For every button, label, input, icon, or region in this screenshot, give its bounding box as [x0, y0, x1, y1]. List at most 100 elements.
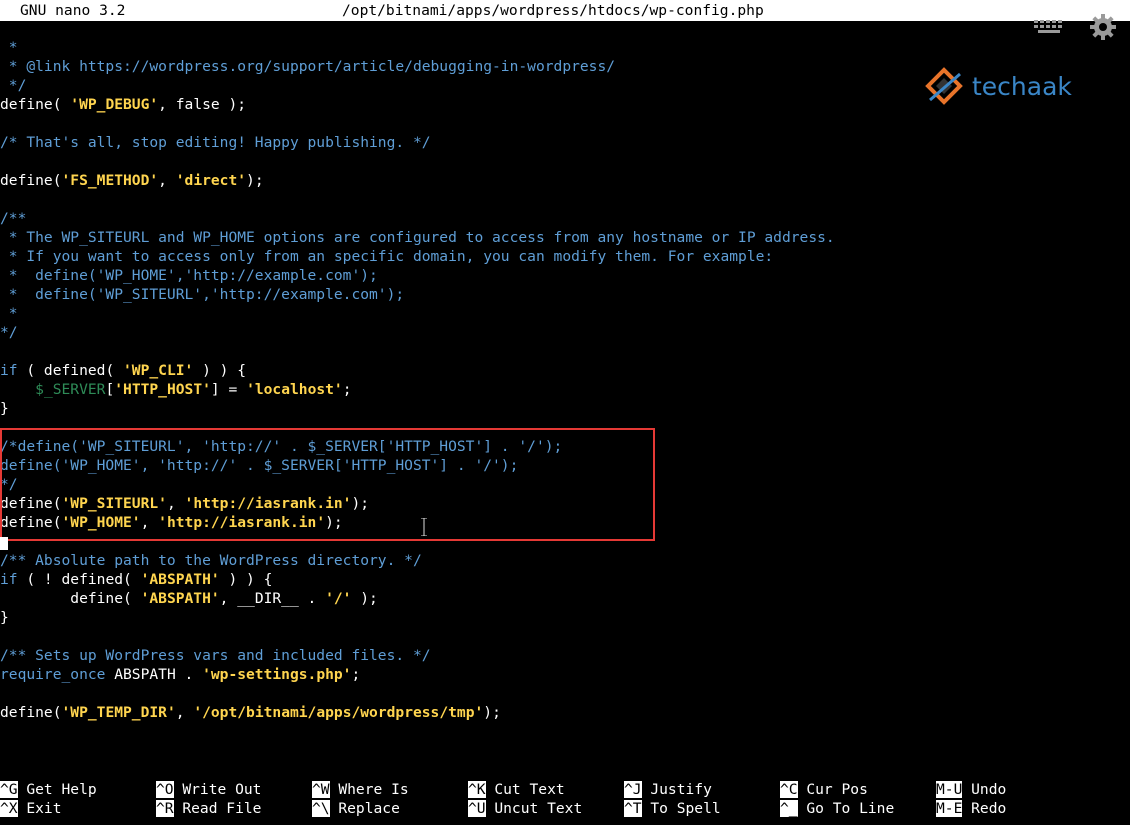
- shortcut-uncut-text[interactable]: ^U Uncut Text: [468, 799, 582, 818]
- shortcut-key: ^C: [780, 781, 798, 798]
- shortcut-key: M-U: [936, 781, 963, 798]
- text-cursor: [0, 537, 8, 550]
- code-token: ( ! defined(: [17, 571, 141, 588]
- code-token: require_once: [0, 666, 106, 683]
- shortcut-replace[interactable]: ^\ Replace: [312, 799, 400, 818]
- shortcut-label: To Spell: [641, 800, 721, 817]
- shortcut-get-help[interactable]: ^G Get Help: [0, 780, 97, 799]
- code-line: * @link https://wordpress.org/support/ar…: [0, 57, 1130, 76]
- code-token: if: [0, 362, 18, 379]
- keyboard-icon[interactable]: [1034, 20, 1064, 34]
- code-token: *: [0, 39, 18, 56]
- shortcut-redo[interactable]: M-E Redo: [936, 799, 1006, 818]
- shortcut-to-spell[interactable]: ^T To Spell: [624, 799, 721, 818]
- shortcut-key: ^\: [312, 800, 330, 817]
- code-line: define('WP_TEMP_DIR', '/opt/bitnami/apps…: [0, 703, 1130, 722]
- shortcut-key: ^_: [780, 800, 798, 817]
- shortcut-label: Replace: [329, 800, 400, 817]
- shortcut-label: Cut Text: [485, 781, 565, 798]
- code-line: }: [0, 399, 1130, 418]
- code-token: 'WP_TEMP_DIR': [61, 704, 176, 721]
- code-token: 'ABSPATH': [140, 590, 220, 607]
- shortcut-undo[interactable]: M-U Undo: [936, 780, 1006, 799]
- code-line: */: [0, 76, 1130, 95]
- shortcut-key: ^O: [156, 781, 174, 798]
- shortcut-label: Cur Pos: [797, 781, 868, 798]
- shortcut-key: ^T: [624, 800, 642, 817]
- code-token: /* That's all, stop editing! Happy publi…: [0, 134, 431, 151]
- shortcut-key: ^G: [0, 781, 18, 798]
- code-token: '/opt/bitnami/apps/wordpress/tmp': [193, 704, 484, 721]
- app-version: GNU nano 3.2: [20, 2, 126, 19]
- shortcut-label: Exit: [17, 800, 62, 817]
- shortcut-key: ^K: [468, 781, 486, 798]
- code-token: $_SERVER: [35, 381, 106, 398]
- code-token: * define('WP_SITEURL','http://example.co…: [0, 286, 405, 303]
- code-token: , __DIR__ .: [219, 590, 326, 607]
- code-token: /** Sets up WordPress vars and included …: [0, 647, 431, 664]
- shortcut-key: ^X: [0, 800, 18, 817]
- code-token: }: [0, 609, 9, 626]
- shortcut-where-is[interactable]: ^W Where Is: [312, 780, 409, 799]
- code-token: /**: [0, 210, 27, 227]
- editor-area[interactable]: * * @link https://wordpress.org/support/…: [0, 38, 1130, 722]
- shortcut-label: Justify: [641, 781, 712, 798]
- shortcut-bar: ^G Get Help ^O Write Out ^W Where Is ^K Cut…: [0, 780, 1130, 818]
- shortcut-label: Write Out: [173, 781, 262, 798]
- file-path: /opt/bitnami/apps/wordpress/htdocs/wp-co…: [342, 2, 764, 19]
- code-token: ABSPATH .: [105, 666, 203, 683]
- code-line: define( 'WP_DEBUG', false );: [0, 95, 1130, 114]
- shortcut-write-out[interactable]: ^O Write Out: [156, 780, 261, 799]
- code-token: );: [246, 172, 264, 189]
- code-token: ,: [175, 704, 194, 721]
- shortcut-label: Get Help: [17, 781, 97, 798]
- code-token: );: [483, 704, 501, 721]
- code-token: * If you want to access only from an spe…: [0, 248, 774, 265]
- shortcut-read-file[interactable]: ^R Read File: [156, 799, 261, 818]
- shortcut-go-to-line[interactable]: ^_ Go To Line: [780, 799, 894, 818]
- code-line: if ( defined( 'WP_CLI' ) ) {: [0, 361, 1130, 380]
- code-line: /* That's all, stop editing! Happy publi…: [0, 133, 1130, 152]
- code-line: * If you want to access only from an spe…: [0, 247, 1130, 266]
- mouse-ibeam-icon: [421, 518, 427, 536]
- code-token: ;: [351, 666, 361, 683]
- shortcut-cur-pos[interactable]: ^C Cur Pos: [780, 780, 868, 799]
- shortcut-label: Undo: [962, 781, 1007, 798]
- code-line: /**: [0, 209, 1130, 228]
- code-token: * The WP_SITEURL and WP_HOME options are…: [0, 229, 835, 246]
- code-line: require_once ABSPATH . 'wp-settings.php'…: [0, 665, 1130, 684]
- code-line: }: [0, 608, 1130, 627]
- code-token: );: [351, 590, 378, 607]
- code-token: [: [105, 381, 115, 398]
- shortcut-label: Redo: [962, 800, 1007, 817]
- shortcut-key: ^R: [156, 800, 174, 817]
- code-token: 'direct': [175, 172, 247, 189]
- code-token: * @link https://wordpress.org/support/ar…: [0, 58, 616, 75]
- code-line: define( 'ABSPATH', __DIR__ . '/' );: [0, 589, 1130, 608]
- code-line: $_SERVER['HTTP_HOST'] = 'localhost';: [0, 380, 1130, 399]
- shortcut-exit[interactable]: ^X Exit: [0, 799, 62, 818]
- code-token: ] =: [210, 381, 247, 398]
- code-token: if: [0, 571, 18, 588]
- code-token: define(: [0, 704, 62, 721]
- code-token: define(: [0, 96, 71, 113]
- code-token: 'localhost': [246, 381, 343, 398]
- code-token: ( defined(: [17, 362, 124, 379]
- shortcut-justify[interactable]: ^J Justify: [624, 780, 712, 799]
- code-token: 'FS_METHOD': [61, 172, 159, 189]
- code-line: * define('WP_HOME','http://example.com')…: [0, 266, 1130, 285]
- shortcut-cut-text[interactable]: ^K Cut Text: [468, 780, 565, 799]
- code-token: , false );: [158, 96, 247, 113]
- shortcut-row: ^X Exit ^R Read File ^\ Replace ^U Uncut Te…: [0, 799, 1130, 818]
- code-line: * The WP_SITEURL and WP_HOME options are…: [0, 228, 1130, 247]
- shortcut-label: Uncut Text: [485, 800, 583, 817]
- code-token: 'wp-settings.php': [202, 666, 352, 683]
- code-token: */: [0, 324, 18, 341]
